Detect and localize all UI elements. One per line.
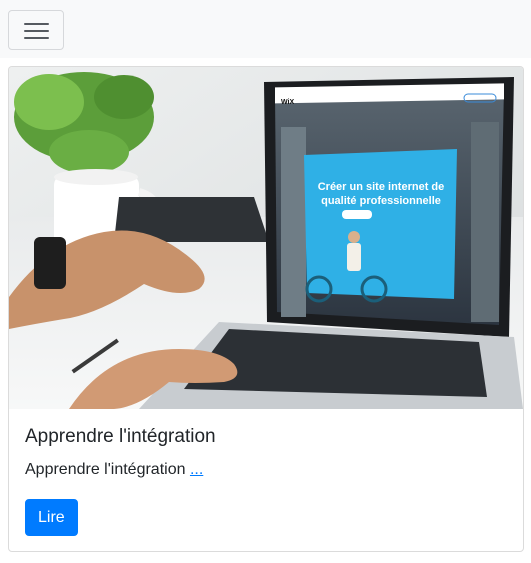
read-button[interactable]: Lire	[25, 499, 78, 536]
card-title: Apprendre l'intégration	[25, 426, 216, 447]
screen-headline-line2: qualité professionnelle	[321, 195, 441, 207]
article-card: WiX Créer un site internet de qualité pr…	[8, 66, 524, 552]
screen-headline-line1: Créer un site internet de	[318, 181, 445, 193]
card-body: Apprendre l'intégration Apprendre l'inté…	[9, 409, 523, 551]
read-more-link[interactable]: ...	[190, 461, 203, 478]
card-text: Apprendre l'intégration ...	[25, 461, 203, 479]
card-image: WiX Créer un site internet de qualité pr…	[9, 67, 523, 409]
card-text-content: Apprendre l'intégration	[25, 461, 186, 478]
navbar	[0, 0, 531, 58]
navbar-toggler-button[interactable]	[8, 10, 64, 50]
screen-logo: WiX	[281, 99, 294, 106]
